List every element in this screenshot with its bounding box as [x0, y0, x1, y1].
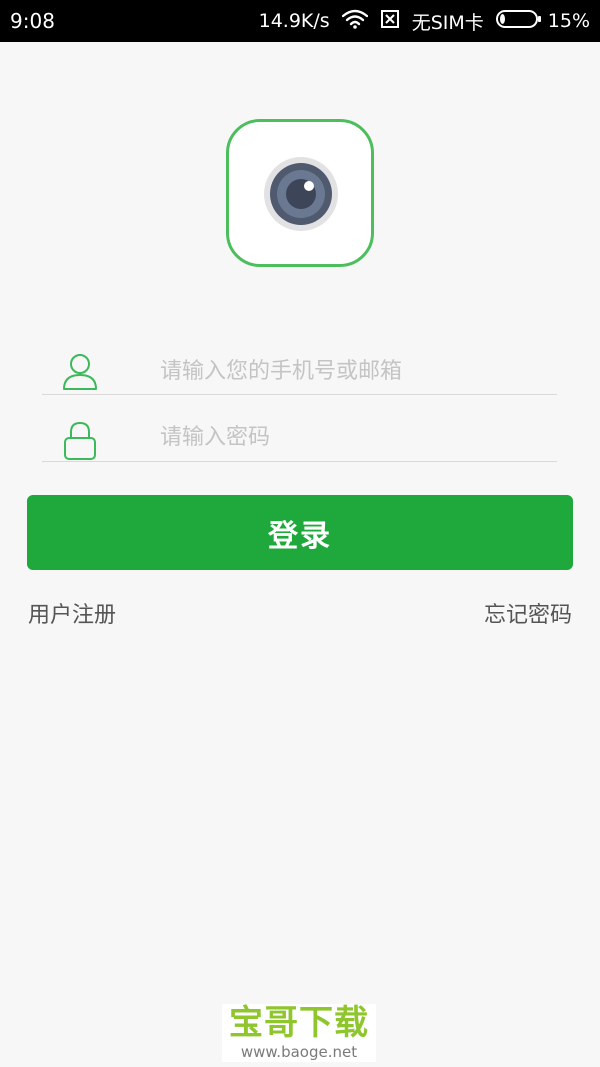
- lock-icon: [62, 421, 98, 465]
- forgot-password-link[interactable]: 忘记密码: [484, 597, 572, 629]
- no-sim-icon: [380, 9, 400, 34]
- phone-email-input[interactable]: [160, 351, 550, 391]
- status-bar: 9:08 14.9K/s 无SIM卡 15%: [0, 0, 600, 42]
- user-icon: [62, 353, 98, 395]
- password-row: [42, 407, 557, 462]
- watermark-url: www.baoge.net: [240, 1043, 358, 1061]
- register-link[interactable]: 用户注册: [28, 597, 116, 629]
- login-button[interactable]: 登录: [27, 495, 573, 570]
- phone-email-row: [42, 337, 557, 395]
- watermark: 宝哥下载 www.baoge.net: [222, 1004, 376, 1062]
- battery-indicator: 15%: [495, 9, 590, 34]
- wifi-icon: [341, 9, 368, 34]
- status-time: 9:08: [10, 9, 55, 33]
- camera-lens-icon: [264, 157, 338, 231]
- battery-icon: [495, 9, 542, 34]
- battery-percent: 15%: [547, 10, 590, 32]
- app-logo: [226, 119, 374, 267]
- status-indicators: 14.9K/s 无SIM卡 15%: [259, 8, 590, 35]
- password-input[interactable]: [160, 417, 550, 457]
- watermark-title: 宝哥下载: [229, 1003, 369, 1043]
- sim-status: 无SIM卡: [411, 11, 484, 34]
- network-speed: 14.9K/s: [258, 10, 330, 32]
